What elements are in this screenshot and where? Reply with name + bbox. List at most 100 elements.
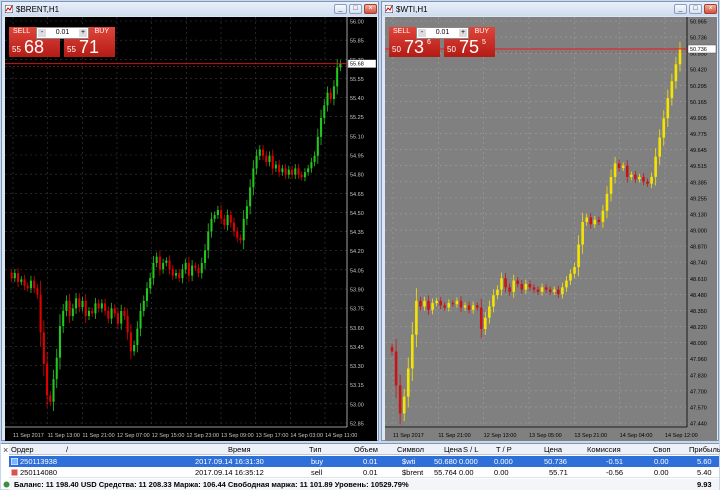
candle-body: [268, 155, 271, 163]
candle-body: [447, 303, 451, 308]
y-tick-label: 53.00: [350, 402, 364, 408]
candle-body: [500, 278, 503, 290]
candle-body: [120, 310, 123, 324]
col-sort[interactable]: /: [66, 445, 68, 454]
candle-body: [593, 219, 597, 225]
candle-body: [467, 305, 471, 310]
balance-icon: [3, 481, 10, 488]
col-cur-price[interactable]: Цена: [544, 445, 562, 454]
lot-increase-button[interactable]: +: [79, 29, 87, 37]
wti-chart-window: $WTI,H1 _ □ × 50.965 50.736 50.550 50.420 50…: [381, 1, 719, 441]
y-tick-label: 53.30: [350, 364, 364, 370]
close-icon[interactable]: ×: [3, 445, 8, 455]
lot-increase-button[interactable]: +: [459, 29, 467, 37]
col-order[interactable]: Ордер: [11, 445, 34, 454]
y-tick-label: 48.610: [690, 277, 707, 283]
order-profit: 5.40: [697, 468, 712, 477]
candle-body: [609, 176, 613, 194]
candle-body: [597, 219, 601, 222]
candle-body: [569, 273, 572, 281]
candle-body: [42, 332, 45, 364]
buy-price-fraction: 5: [482, 39, 486, 46]
candle-body: [310, 162, 313, 169]
wti-window-titlebar[interactable]: $WTI,H1 _ □ ×: [382, 2, 718, 16]
y-tick-label: 48.350: [690, 309, 707, 315]
col-profit[interactable]: Прибыль: [689, 445, 720, 454]
lot-size-stepper[interactable]: - 0.01 +: [36, 27, 89, 39]
y-tick-label: 48.090: [690, 341, 707, 347]
y-tick-label: 49.515: [690, 164, 707, 170]
sell-price-pips: 73: [404, 37, 425, 57]
sell-price-pips: 68: [24, 37, 45, 57]
candle-body: [528, 283, 532, 288]
candle-body: [261, 149, 265, 156]
one-click-trade-panel: SELL 55 68 BUY 55 71 - 0.01 +: [9, 27, 115, 57]
candle-body: [625, 165, 629, 177]
candle-body: [210, 218, 213, 232]
col-swap[interactable]: Своп: [653, 445, 671, 454]
col-price[interactable]: Цена: [444, 445, 462, 454]
y-tick-label: 53.45: [350, 345, 364, 351]
col-type[interactable]: Тип: [309, 445, 322, 454]
candle-body: [236, 231, 239, 238]
close-button[interactable]: ×: [704, 4, 717, 14]
x-tick-label: 12 Sep 15:00: [152, 433, 185, 439]
order-commission: -0.51: [606, 457, 624, 466]
col-sl[interactable]: S / L: [463, 445, 478, 454]
col-time[interactable]: Время: [228, 445, 251, 454]
x-tick-label: 13 Sep 09:00: [221, 433, 254, 439]
candle-body: [577, 244, 580, 268]
candle-body: [78, 298, 81, 308]
y-tick-label: 54.05: [350, 268, 364, 274]
sell-price-prefix: 50: [392, 45, 401, 54]
candle-body: [638, 176, 641, 180]
y-tick-label: 53.60: [350, 326, 364, 332]
order-volume: 0.01: [363, 468, 378, 477]
x-tick-label: 11 Sep 2017: [393, 433, 424, 439]
candle-body: [274, 164, 277, 169]
price-tag-label: 50.736: [690, 47, 707, 53]
lot-size-stepper[interactable]: - 0.01 +: [416, 27, 469, 39]
col-tp[interactable]: T / P: [496, 445, 512, 454]
price-tag-label: 55.68: [350, 62, 364, 68]
restore-button[interactable]: □: [349, 4, 362, 14]
x-tick-label: 11 Sep 2017: [13, 433, 44, 439]
order-row[interactable]: 250113938 2017.09.14 16:31:30 buy 0.01 $…: [9, 456, 719, 467]
candle-body: [281, 168, 284, 173]
buy-label: BUY: [94, 28, 109, 35]
brent-price-chart[interactable]: 56.0055.8555.7055.5555.4055.2555.1054.95…: [5, 17, 377, 441]
close-button[interactable]: ×: [364, 4, 377, 14]
candle-body: [411, 334, 414, 369]
x-tick-label: 14 Sep 11:00: [325, 433, 357, 439]
col-symbol[interactable]: Символ: [397, 445, 424, 454]
candle-body: [149, 278, 152, 289]
candle-body: [621, 165, 625, 168]
candle-body: [642, 176, 645, 182]
candle-body: [561, 287, 564, 295]
minimize-button[interactable]: _: [674, 4, 687, 14]
col-commission[interactable]: Комиссия: [587, 445, 621, 454]
terminal-panel: × Ордер / Время Тип Объем Символ Цена S …: [1, 443, 720, 490]
order-price: 50.680: [434, 457, 457, 466]
candle-body: [394, 351, 398, 386]
candle-body: [255, 155, 258, 169]
candle-body: [634, 174, 637, 180]
x-tick-label: 12 Sep 13:00: [484, 433, 517, 439]
candle-body: [104, 303, 107, 311]
col-volume[interactable]: Объем: [354, 445, 378, 454]
order-row[interactable]: 250114080 2017.09.14 16:35:12 sell 0.01 …: [9, 467, 719, 478]
candle-body: [10, 273, 13, 279]
minimize-button[interactable]: _: [334, 4, 347, 14]
candle-body: [17, 273, 20, 282]
window-title: $BRENT,H1: [16, 5, 60, 14]
candle-body: [265, 155, 268, 163]
chart-background: [385, 17, 717, 441]
order-tp: 0.00: [494, 468, 509, 477]
y-tick-label: 50.165: [690, 100, 707, 106]
candle-body: [406, 368, 410, 397]
wti-price-chart[interactable]: 50.96550.73650.55050.42050.29550.16549.9…: [385, 17, 717, 441]
y-tick-label: 47.440: [690, 422, 707, 428]
y-tick-label: 47.570: [690, 405, 707, 411]
brent-window-titlebar[interactable]: $BRENT,H1 _ □ ×: [2, 2, 378, 16]
restore-button[interactable]: □: [689, 4, 702, 14]
